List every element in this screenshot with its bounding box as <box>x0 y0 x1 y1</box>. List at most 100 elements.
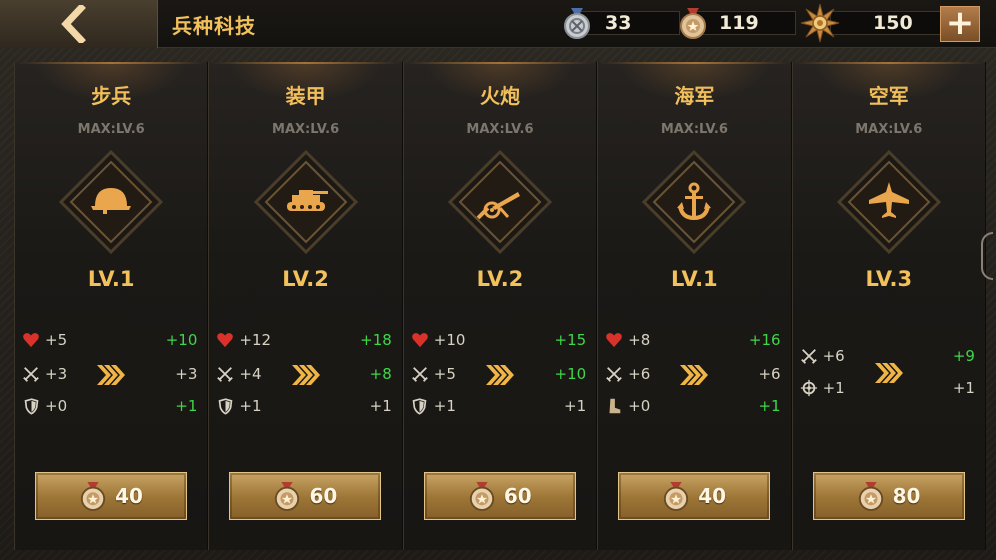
unit-emblem[interactable] <box>642 150 747 254</box>
upgrade-button[interactable]: 60 <box>423 472 576 520</box>
stat-next-value: +1 <box>758 397 781 415</box>
max-level: MAX:LV.6 <box>855 122 923 137</box>
add-resources-button[interactable]: + <box>940 6 980 42</box>
crosshair-icon <box>799 379 819 397</box>
stat-current: +0 <box>21 396 67 416</box>
stat-next-value: +9 <box>952 347 975 365</box>
stat-current-value: +10 <box>433 331 466 349</box>
stats-panel: +10 +15 +5 +10 +1 +1 <box>404 330 596 430</box>
bronze-medal-icon <box>858 482 883 511</box>
crossed-swords-icon <box>799 347 819 365</box>
upgrade-cost: 80 <box>892 484 921 508</box>
upgrade-cost: 60 <box>309 484 338 508</box>
stat-current: +6 <box>799 346 845 366</box>
unit-emblem[interactable] <box>59 150 164 254</box>
stat-next-value: +1 <box>564 397 587 415</box>
stat-current: +1 <box>799 378 845 398</box>
stats-panel: +6 +9 +1 +1 <box>793 330 985 430</box>
unit-emblem[interactable] <box>836 150 941 254</box>
heart-icon <box>410 331 430 349</box>
stat-current: +4 <box>215 364 262 384</box>
unit-emblem[interactable] <box>253 150 358 254</box>
stat-current: +6 <box>604 364 650 384</box>
stat-current-value: +4 <box>239 365 262 383</box>
upgrade-button[interactable]: 40 <box>618 472 771 520</box>
unit-tech-cards: 步兵 MAX:LV.6 LV.1 +5 +10 +3 +3 +0 +1 40 装… <box>14 62 986 550</box>
scroll-handle[interactable] <box>981 232 993 280</box>
stat-current-value: +6 <box>822 347 845 365</box>
stat-current-value: +5 <box>45 331 68 349</box>
stat-next-value: +1 <box>175 397 198 415</box>
stat-current-value: +1 <box>239 397 262 415</box>
page-title: 兵种科技 <box>172 14 256 38</box>
back-arrow-icon <box>60 5 86 43</box>
stats-panel: +8 +16 +6 +6 +0 +1 <box>598 330 790 430</box>
stat-current: +1 <box>410 396 456 416</box>
resource-silver-medals: 33 <box>562 8 680 39</box>
upgrade-cost: 40 <box>115 484 143 508</box>
stat-current: +0 <box>604 396 650 416</box>
stat-current: +5 <box>410 364 456 384</box>
stat-next-value: +10 <box>554 365 587 383</box>
stat-current-value: +1 <box>822 379 845 397</box>
unit-level: LV.1 <box>671 267 718 291</box>
heart-icon <box>21 331 41 349</box>
unit-card: 火炮 MAX:LV.6 LV.2 +10 +15 +5 +10 +1 +1 60 <box>402 62 598 550</box>
upgrade-arrows-icon <box>874 363 903 383</box>
unit-name: 空军 <box>868 84 909 108</box>
resource-bronze-medals: 119 <box>678 8 796 39</box>
crossed-swords-icon <box>410 365 430 383</box>
plus-icon: + <box>945 2 975 43</box>
boot-icon <box>604 397 624 415</box>
stat-current: +10 <box>410 330 466 350</box>
unit-card: 步兵 MAX:LV.6 LV.1 +5 +10 +3 +3 +0 +1 40 <box>14 62 209 550</box>
unit-card: 空军 MAX:LV.6 LV.3 +6 +9 +1 +1 80 <box>791 62 986 550</box>
shield-icon <box>21 397 41 415</box>
unit-card: 装甲 MAX:LV.6 LV.2 +12 +18 +4 +8 +1 +1 60 <box>208 62 403 550</box>
silver-medal-icon <box>564 8 590 39</box>
upgrade-cost: 60 <box>503 484 532 508</box>
crossed-swords-icon <box>604 365 624 383</box>
stat-next-value: +6 <box>758 365 781 383</box>
stat-current-value: +0 <box>628 397 651 415</box>
crossed-swords-icon <box>215 365 235 383</box>
stat-current-value: +12 <box>239 331 272 349</box>
back-button[interactable] <box>0 0 158 48</box>
bronze-medal-icon <box>664 482 689 511</box>
max-level: MAX:LV.6 <box>660 122 728 137</box>
upgrade-button[interactable]: 60 <box>229 472 382 520</box>
stat-next-value: +1 <box>369 397 392 415</box>
upgrade-arrows-icon <box>97 365 126 385</box>
upgrade-arrows-icon <box>485 365 514 385</box>
stat-current: +5 <box>21 330 67 350</box>
stat-next-value: +1 <box>952 379 975 397</box>
heart-icon <box>604 331 624 349</box>
bronze-medals-count: 119 <box>696 11 796 35</box>
unit-card: 海军 MAX:LV.6 LV.1 +8 +16 +6 +6 +0 +1 40 <box>597 62 792 550</box>
heart-icon <box>215 331 235 349</box>
upgrade-button[interactable]: 80 <box>812 472 965 520</box>
stat-next-value: +10 <box>165 331 198 349</box>
stat-current-value: +6 <box>628 365 651 383</box>
stat-current-value: +5 <box>433 365 456 383</box>
stat-next-value: +16 <box>748 331 781 349</box>
shield-icon <box>410 397 430 415</box>
unit-level: LV.1 <box>87 267 135 291</box>
unit-emblem[interactable] <box>447 150 552 254</box>
shield-icon <box>215 397 235 415</box>
stat-current-value: +0 <box>45 397 68 415</box>
gold-badges-count: 150 <box>830 11 954 35</box>
stat-next-value: +18 <box>360 331 392 349</box>
max-level: MAX:LV.6 <box>272 122 340 137</box>
stat-current: +1 <box>215 396 262 416</box>
bronze-medal-icon <box>680 8 706 39</box>
crossed-swords-icon <box>21 365 41 383</box>
stat-current: +3 <box>21 364 67 384</box>
unit-level: LV.2 <box>476 267 524 291</box>
stat-current: +12 <box>215 330 271 350</box>
upgrade-button[interactable]: 40 <box>35 472 187 520</box>
unit-level: LV.2 <box>282 267 329 291</box>
upgrade-arrows-icon <box>680 365 709 385</box>
unit-level: LV.3 <box>865 267 913 291</box>
stat-next-value: +15 <box>554 331 587 349</box>
